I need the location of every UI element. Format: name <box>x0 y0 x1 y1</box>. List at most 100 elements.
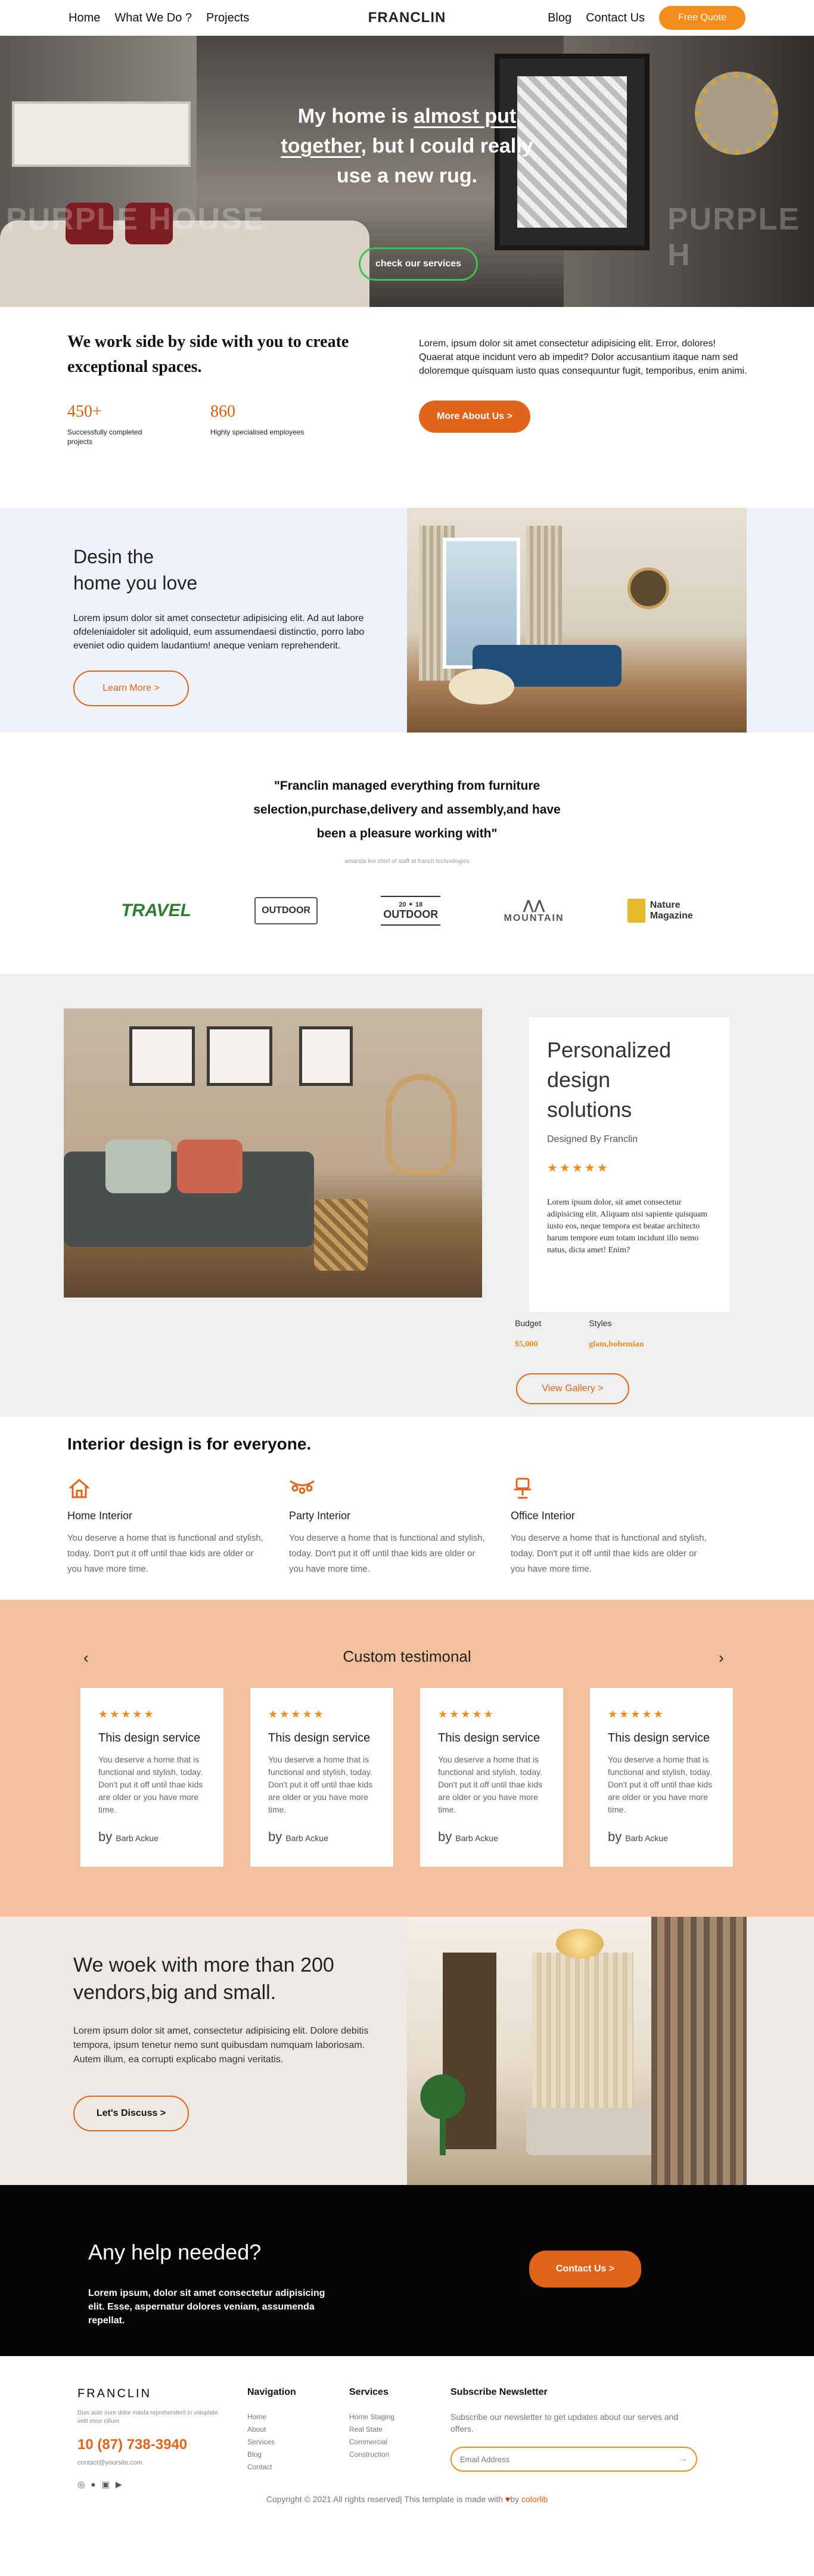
testimonials-section: ‹ Custom testimonal › ★★★★★ This design … <box>0 1600 814 1917</box>
nav-right: Blog Contact Us Free Quote <box>548 6 745 30</box>
email-placeholder: Email Address <box>460 2454 510 2464</box>
personalized-section: Personalized design solutions Designed B… <box>0 974 814 1417</box>
footer-link-contact[interactable]: Contact <box>247 2461 296 2473</box>
styles-label: Styles <box>589 1318 612 1328</box>
footer-link-services[interactable]: Services <box>247 2436 296 2448</box>
footer-description: Duis aute irure dolor inasfa reprehender… <box>77 2410 218 2425</box>
feature-party-interior: Party Interior You deserve a home that i… <box>289 1476 511 1577</box>
check-services-button[interactable]: check our services <box>359 247 478 281</box>
rating-stars: ★★★★★ <box>98 1708 156 1720</box>
brand-logo[interactable]: FRANCLIN <box>368 10 446 26</box>
free-quote-button[interactable]: Free Quote <box>659 6 745 30</box>
hero-banner: PURPLE HOUSE PURPLE H My home is almost … <box>0 36 814 307</box>
newsletter-description: Subscribe our newsletter to get updates … <box>451 2412 679 2434</box>
linkedin-icon[interactable]: ▣ <box>102 2479 110 2490</box>
stat-employees: 860 Highly specialised employees <box>210 402 306 446</box>
feature-title: Office Interior <box>511 1510 575 1522</box>
hero-watermark: PURPLE HOUSE <box>6 202 265 237</box>
footer-link-home-staging[interactable]: Home Staging <box>349 2411 394 2423</box>
stat-label: Successfully completed projects <box>67 428 142 446</box>
contact-us-button[interactable]: Contact Us > <box>529 2251 641 2288</box>
design-heading: Desin the home you love <box>73 546 198 594</box>
quote-attribution: amanda lee chief of staff at franch tech… <box>344 858 470 865</box>
newsletter-email-input[interactable]: Email Address → <box>451 2447 697 2472</box>
help-paragraph: Lorem ipsum, dolor sit amet consectetur … <box>88 2288 325 2326</box>
project-meta: Budget $5,000 Styles glam,bohemian <box>515 1318 644 1349</box>
colorlib-link[interactable]: colorlib <box>521 2494 548 2504</box>
about-heading: We work side by side with you to create … <box>67 333 349 376</box>
copyright: Copyright © 2021 All rights reserved| Th… <box>266 2494 548 2504</box>
footer-link-blog[interactable]: Blog <box>247 2448 296 2461</box>
testimonial-title: This design service <box>268 1731 371 1745</box>
footer-link-home[interactable]: Home <box>247 2411 296 2423</box>
about-paragraph: Lorem, ipsum dolor sit amet consectetur … <box>419 339 747 376</box>
stat-label: Highly specialised employees <box>210 428 305 436</box>
stat-value: 860 <box>210 402 235 421</box>
footer-logo[interactable]: FRANCLIN <box>77 2387 232 2401</box>
newsletter-title: Subscribe Newsletter <box>451 2387 548 2397</box>
party-lights-icon <box>289 1476 315 1503</box>
testimonials-heading: Custom testimonal <box>343 1647 471 1665</box>
budget-label: Budget <box>515 1318 542 1328</box>
next-arrow-icon[interactable]: › <box>719 1649 724 1667</box>
feature-text: You deserve a home that is functional an… <box>511 1533 707 1574</box>
designer-credit: Designed By Franclin <box>547 1134 638 1144</box>
social-links: ◎ ● ▣ ▶ <box>77 2479 232 2490</box>
logo-outdoor-adventures: OUTDOOR <box>254 897 318 924</box>
office-chair-icon <box>511 1476 537 1503</box>
bookmark-icon <box>627 899 645 923</box>
footer-link-commercial[interactable]: Commercial <box>349 2436 394 2448</box>
nav-link-blog[interactable]: Blog <box>548 11 571 25</box>
testimonial-author: by Barb Ackue <box>438 1829 498 1844</box>
testimonial-author: by Barb Ackue <box>608 1829 668 1844</box>
facebook-icon[interactable]: ● <box>91 2479 95 2490</box>
footer-brand: FRANCLIN Duis aute irure dolor inasfa re… <box>77 2387 232 2490</box>
vendors-heading: We woek with more than 200 vendors,big a… <box>73 1954 334 2004</box>
footer-link-about[interactable]: About <box>247 2423 296 2436</box>
logo-mountain: ⋀⋀ MOUNTAIN <box>504 898 564 923</box>
footer-link-real-state[interactable]: Real State <box>349 2423 394 2436</box>
testimonial-author: by Barb Ackue <box>98 1829 159 1844</box>
personalized-card: Personalized design solutions Designed B… <box>529 1017 729 1312</box>
design-paragraph: Lorem ipsum dolor sit amet consectetur a… <box>73 613 365 651</box>
rating-stars: ★★★★★ <box>438 1708 495 1720</box>
living-room-image <box>407 508 747 733</box>
logo-nature-magazine: Nature Magazine <box>627 899 693 923</box>
testimonial-text: You deserve a home that is functional an… <box>268 1755 373 1814</box>
more-about-us-button[interactable]: More About Us > <box>419 401 530 433</box>
youtube-icon[interactable]: ▶ <box>116 2479 122 2490</box>
feature-office-interior: Office Interior You deserve a home that … <box>511 1476 732 1577</box>
learn-more-button[interactable]: Learn More > <box>73 671 189 706</box>
footer-phone[interactable]: 10 (87) 738-3940 <box>77 2437 232 2453</box>
rating-stars: ★★★★★ <box>547 1162 610 1175</box>
feature-text: You deserve a home that is functional an… <box>67 1533 263 1574</box>
testimonial-card: ★★★★★ This design service You deserve a … <box>590 1688 733 1867</box>
submit-arrow-icon[interactable]: → <box>678 2454 688 2465</box>
footer-email[interactable]: contact@yoursite.com <box>77 2459 232 2466</box>
nav-link-what-we-do[interactable]: What We Do ? <box>114 11 192 25</box>
services-heading: Interior design is for everyone. <box>67 1435 312 1453</box>
testimonial-author: by Barb Ackue <box>268 1829 328 1844</box>
testimonial-title: This design service <box>438 1731 540 1745</box>
footer-newsletter: Subscribe Newsletter Subscribe our newsl… <box>451 2387 701 2472</box>
home-icon <box>67 1476 94 1503</box>
lets-discuss-button[interactable]: Let's Discuss > <box>73 2096 189 2131</box>
services-section: Interior design is for everyone. Home In… <box>0 1417 814 1600</box>
vendors-section: We woek with more than 200 vendors,big a… <box>0 1917 814 2185</box>
feature-title: Home Interior <box>67 1510 133 1522</box>
feature-home-interior: Home Interior You deserve a home that is… <box>67 1476 289 1577</box>
testimonial-card: ★★★★★ This design service You deserve a … <box>250 1688 393 1867</box>
footer-link-construction[interactable]: Construction <box>349 2448 394 2461</box>
view-gallery-button[interactable]: View Gallery > <box>516 1373 629 1404</box>
logo-outdoor: 20 ✦ 18 OUTDOOR <box>381 896 441 926</box>
footer-navigation: Navigation Home About Services Blog Cont… <box>247 2387 296 2473</box>
nav-link-projects[interactable]: Projects <box>206 11 249 25</box>
stats: 450+ Successfully completed projects 860… <box>67 402 419 446</box>
design-section: Desin the home you love Lorem ipsum dolo… <box>0 508 814 733</box>
nav-link-contact[interactable]: Contact Us <box>586 11 645 25</box>
nav-link-home[interactable]: Home <box>69 11 100 25</box>
footer-services-title: Services <box>349 2387 389 2397</box>
client-quote-section: "Franclin managed everything from furnit… <box>0 733 814 974</box>
top-navbar: Home What We Do ? Projects FRANCLIN Blog… <box>0 0 814 36</box>
instagram-icon[interactable]: ◎ <box>77 2479 85 2490</box>
